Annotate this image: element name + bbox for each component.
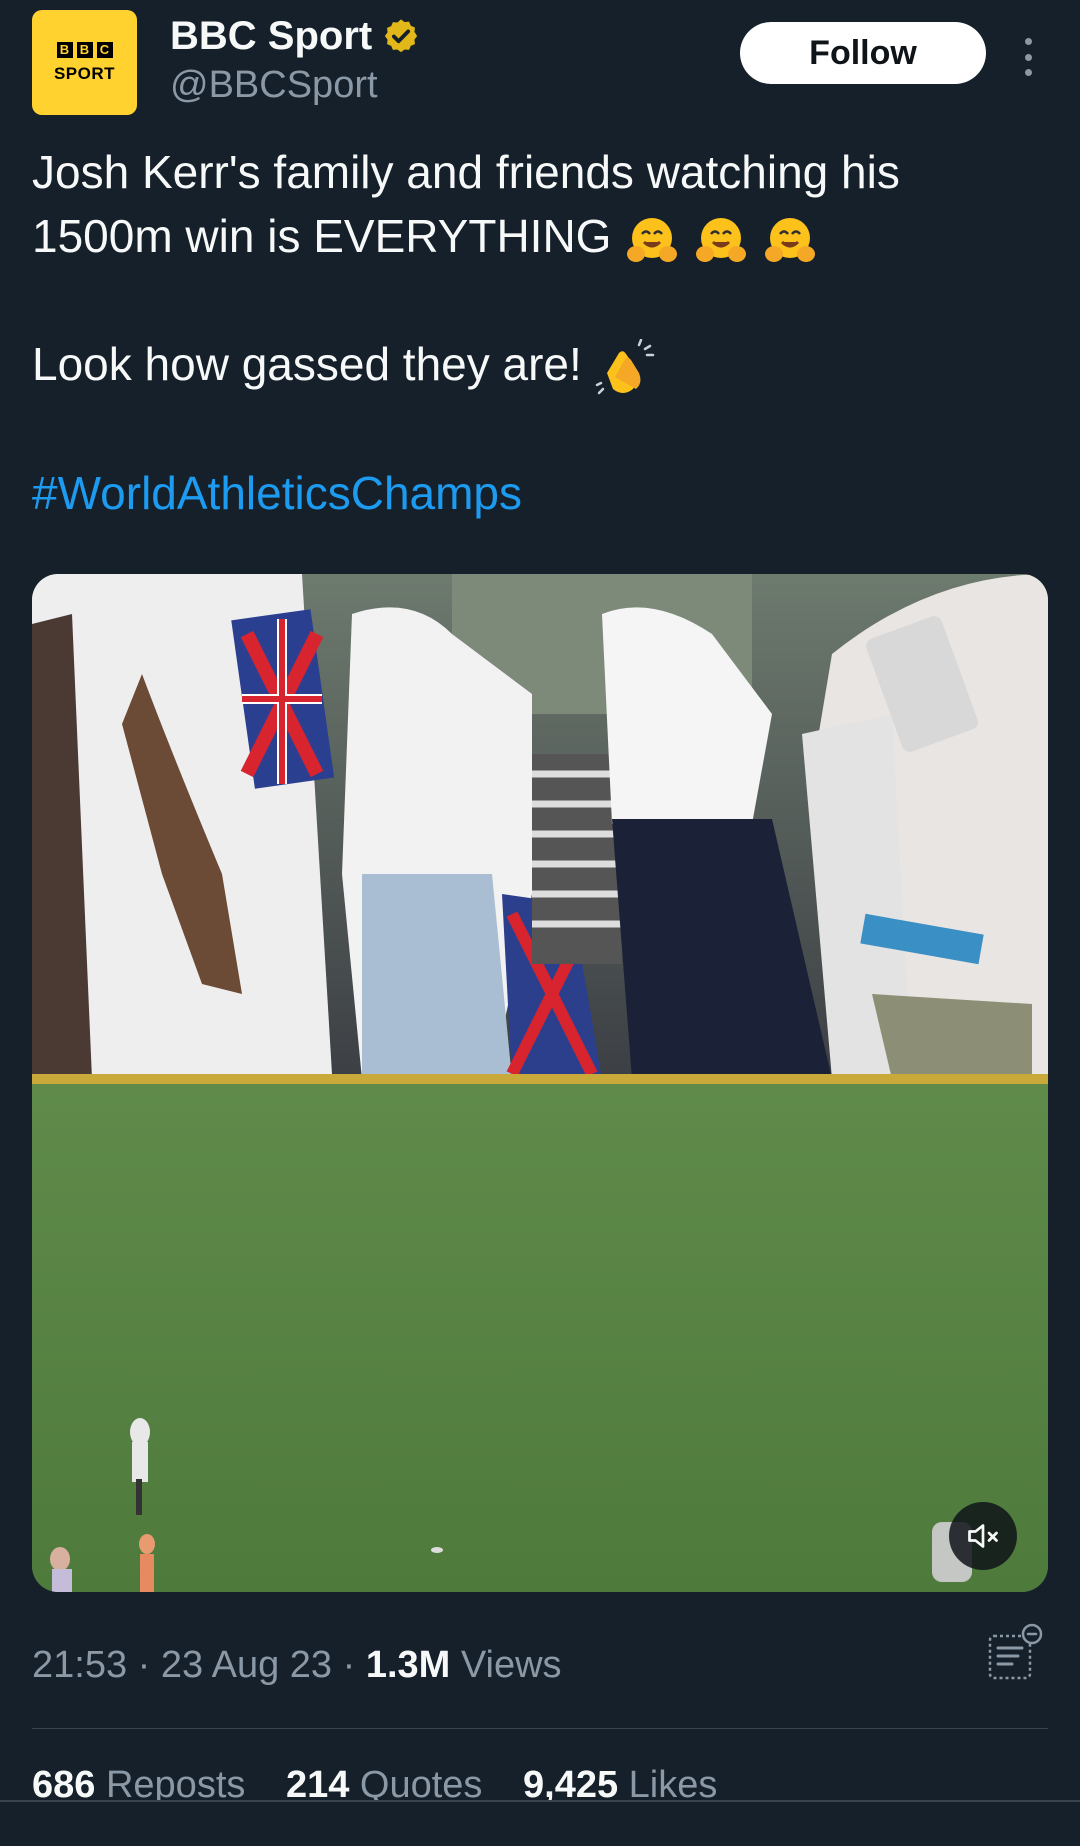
- verified-badge-icon: [385, 19, 418, 53]
- more-options-icon[interactable]: [1016, 32, 1040, 82]
- author-display-name[interactable]: BBC Sport: [170, 14, 372, 59]
- views-count: 1.3M: [365, 1644, 451, 1686]
- hashtag-link[interactable]: #WorldAthleticsChamps: [32, 461, 1048, 525]
- hugging-face-emoji-icon: [696, 217, 747, 262]
- clapping-hands-emoji-icon: [595, 338, 654, 395]
- bottom-bar-overlay: [0, 1800, 1080, 1846]
- views-label: Views: [460, 1644, 562, 1686]
- bbc-logo: B B C: [56, 41, 113, 58]
- tweet-meta: 21:53 · 23 Aug 23 · 1.3M Views: [32, 1644, 562, 1687]
- tweet-header: B B C SPORT BBC Sport @BBCSport Follow: [32, 10, 1048, 120]
- tweet-text: Josh Kerr's family and friends watching …: [32, 140, 1048, 525]
- avatar[interactable]: B B C SPORT: [32, 10, 137, 115]
- post-analytics-icon[interactable]: [984, 1622, 1046, 1684]
- video-player[interactable]: [32, 574, 1048, 1592]
- tweet-line-text: Look how gassed they are!: [32, 338, 582, 390]
- separator: ·: [342, 1644, 356, 1686]
- author-names: BBC Sport @BBCSport: [170, 10, 420, 107]
- hugging-face-emoji-icon: [764, 217, 815, 262]
- tweet-time[interactable]: 21:53: [32, 1644, 127, 1686]
- tweet-line-text: 1500m win is EVERYTHING: [32, 210, 612, 262]
- hugging-face-emoji-icon: [627, 217, 678, 262]
- mute-toggle-button[interactable]: [949, 1502, 1017, 1570]
- tweet-line: 1500m win is EVERYTHING: [32, 204, 1048, 268]
- tweet-date[interactable]: 23 Aug 23: [161, 1644, 332, 1686]
- divider: [32, 1728, 1048, 1729]
- avatar-sport-text: SPORT: [53, 63, 116, 83]
- follow-button[interactable]: Follow: [740, 22, 986, 84]
- tweet-detail-page: B B C SPORT BBC Sport @BBCSport Follow J…: [0, 0, 1080, 1846]
- tweet-line: Look how gassed they are!: [32, 332, 1048, 397]
- muted-speaker-icon: [968, 1524, 998, 1548]
- tweet-line: Josh Kerr's family and friends watching …: [32, 146, 900, 198]
- bbc-logo-block: B: [76, 41, 93, 58]
- bottom-divider: [0, 1800, 1080, 1802]
- video-frame: [32, 574, 1048, 1592]
- separator: ·: [137, 1644, 151, 1686]
- bbc-logo-block: C: [96, 41, 113, 58]
- author-handle[interactable]: @BBCSport: [170, 64, 420, 107]
- bbc-logo-block: B: [56, 41, 73, 58]
